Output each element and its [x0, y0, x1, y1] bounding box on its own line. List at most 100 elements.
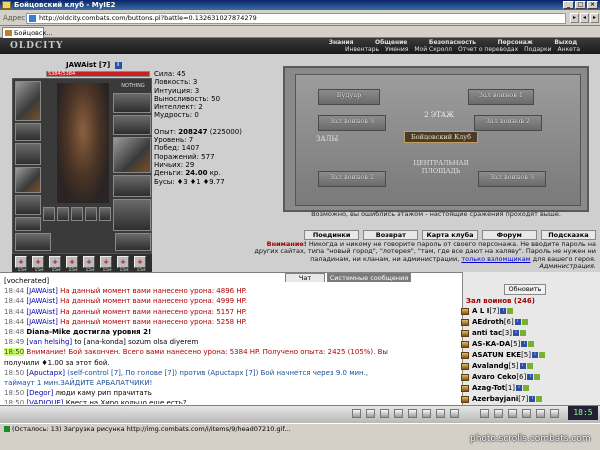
smile-icon[interactable] [352, 409, 361, 418]
forward-arrow-icon[interactable]: ▸ [590, 13, 599, 23]
filter-icon[interactable] [380, 409, 389, 418]
hint-button[interactable]: Подсказка [540, 230, 597, 240]
quick-slot-1[interactable]: +15м [15, 256, 27, 273]
leggings-slot[interactable] [113, 175, 151, 197]
duels-button[interactable]: Поединки [304, 230, 360, 240]
nav-character[interactable]: Персонаж [498, 39, 533, 46]
chat-nick[interactable]: [Degor] [26, 389, 53, 397]
nav-inventory[interactable]: Инвентарь [345, 46, 379, 54]
nav-transfer-report[interactable]: Отчет о переводах [458, 46, 518, 54]
nav-communication[interactable]: Общение [375, 39, 407, 46]
bracer-slot[interactable] [15, 123, 41, 141]
item-slot-4[interactable] [85, 207, 97, 221]
exit-icon[interactable] [508, 409, 517, 418]
nav-exit[interactable]: Выход [554, 39, 577, 46]
room-warriors-3b[interactable]: Зал воинов 3 [478, 171, 546, 187]
club-sign[interactable]: Бойцовский Клуб [404, 131, 478, 143]
roster-user[interactable]: Azag-Tot[1] i [460, 383, 596, 394]
room-warriors-1[interactable]: Зал воинов 1 [468, 89, 534, 105]
user-name[interactable]: ASATUN EKE [472, 351, 521, 359]
chat-nick[interactable]: [JAWAist] [26, 297, 57, 305]
refresh-button[interactable]: Обновить [504, 284, 546, 295]
mail-icon[interactable] [494, 409, 503, 418]
roster-user[interactable]: A L I[7] i [460, 306, 596, 317]
nav-my-scroll[interactable]: Мой Скролл [414, 46, 452, 54]
chat-nick[interactable]: [van helsihg] [26, 338, 72, 346]
pause-icon[interactable] [408, 409, 417, 418]
nav-gifts[interactable]: Подарки [524, 46, 551, 54]
roster-user[interactable]: Avalandg[5] i [460, 361, 596, 372]
item-slot-5[interactable] [99, 207, 111, 221]
club-map-button[interactable]: Карта клуба [422, 230, 478, 240]
gloves-slot[interactable] [113, 115, 151, 135]
sound-icon[interactable] [422, 409, 431, 418]
nav-profile[interactable]: Анкета [557, 46, 580, 54]
quick-slot-7[interactable]: +15м [117, 256, 129, 273]
minimize-button[interactable]: _ [563, 1, 574, 9]
quick-slot-5[interactable]: +15м [83, 256, 95, 273]
return-button[interactable]: Возврат [363, 230, 419, 240]
roster-user[interactable]: anti tac[3] i [460, 328, 596, 339]
send-icon[interactable] [450, 409, 459, 418]
chat-nick[interactable]: [VADIQUE] [26, 399, 63, 404]
info-icon[interactable]: i [527, 374, 534, 380]
character-name[interactable]: JAWAist [7] i [66, 61, 122, 69]
info-icon[interactable]: i [513, 330, 520, 336]
roster-user[interactable]: Avaro Ceko[6] i [460, 372, 596, 383]
chat-nick[interactable]: [JAWAist] [26, 308, 57, 316]
browser-tab[interactable]: Бойцовск... [2, 27, 53, 38]
info-icon[interactable]: i [532, 352, 538, 358]
right-item-slot[interactable] [115, 233, 151, 251]
forum-button[interactable]: Форум [481, 230, 537, 240]
nav-skills[interactable]: Умения [385, 46, 408, 54]
chat-nick[interactable]: [JAWAist] [26, 287, 57, 295]
user-name[interactable]: AS-KA-DA [472, 340, 510, 348]
info-icon[interactable]: i [521, 341, 528, 347]
quick-slot-6[interactable]: +15м [100, 256, 112, 273]
user-name[interactable]: anti tac [472, 329, 502, 337]
chat-nick[interactable]: [JAWAist] [26, 318, 57, 326]
roster-user[interactable]: AEdroth[6] i [460, 317, 596, 328]
item-slot-3[interactable] [71, 207, 83, 221]
back-arrow-icon[interactable]: ◂ [580, 13, 589, 23]
item-slot-1[interactable] [43, 207, 55, 221]
room-boudoir[interactable]: Будуар [318, 89, 380, 105]
info-icon[interactable]: i [529, 396, 536, 402]
go-button[interactable]: ▸ [570, 13, 579, 23]
info-icon[interactable] [536, 409, 545, 418]
info-icon[interactable]: i [500, 308, 507, 314]
item-slot-2[interactable] [57, 207, 69, 221]
roster-user[interactable]: AS-KA-DA[5] i [460, 339, 596, 350]
ring-slot[interactable] [15, 195, 41, 215]
warning-link[interactable]: только взломщикам [461, 255, 530, 263]
user-name[interactable]: Azerbayjani [472, 395, 518, 403]
user-name[interactable]: Avaro Ceko [472, 373, 516, 381]
nav-knowledge[interactable]: Знания [329, 39, 354, 46]
chat-nick[interactable]: [Apuctapx] [26, 369, 65, 377]
nav-security[interactable]: Безопасность [429, 39, 476, 46]
central-square[interactable]: ЦЕНТРАЛЬНАЯ ПЛОЩАДЬ [404, 159, 478, 181]
user-name[interactable]: A L I [472, 307, 489, 315]
tab-chat[interactable]: Чат [285, 273, 325, 282]
settings-icon[interactable] [366, 409, 375, 418]
user-name[interactable]: AEdroth [472, 318, 504, 326]
weapon-slot[interactable] [15, 81, 41, 121]
room-warriors-2[interactable]: Зал воинов 2 [474, 115, 542, 131]
helmet-slot[interactable] [113, 93, 151, 113]
belt-slot[interactable] [15, 167, 41, 193]
maximize-button[interactable]: □ [575, 1, 586, 9]
clear-icon[interactable] [394, 409, 403, 418]
gear-icon[interactable] [550, 409, 559, 418]
boots-slot[interactable] [15, 217, 41, 231]
info-icon[interactable]: i [114, 61, 122, 69]
info-icon[interactable]: i [516, 385, 523, 391]
translit-icon[interactable] [436, 409, 445, 418]
close-button[interactable]: × [587, 1, 598, 9]
tab-system-messages[interactable]: Системные сообщения [327, 273, 411, 282]
quick-slot-8[interactable]: +15м [134, 256, 146, 273]
address-input[interactable]: http://oldcity.combats.com/buttons.pl?ba… [26, 13, 566, 24]
quick-slot-3[interactable]: +15м [49, 256, 61, 273]
roster-user[interactable]: ASATUN EKE[5] i [460, 350, 596, 361]
roster-user[interactable]: Azerbayjani[7] i [460, 394, 596, 405]
left-item-slot[interactable] [15, 233, 51, 251]
